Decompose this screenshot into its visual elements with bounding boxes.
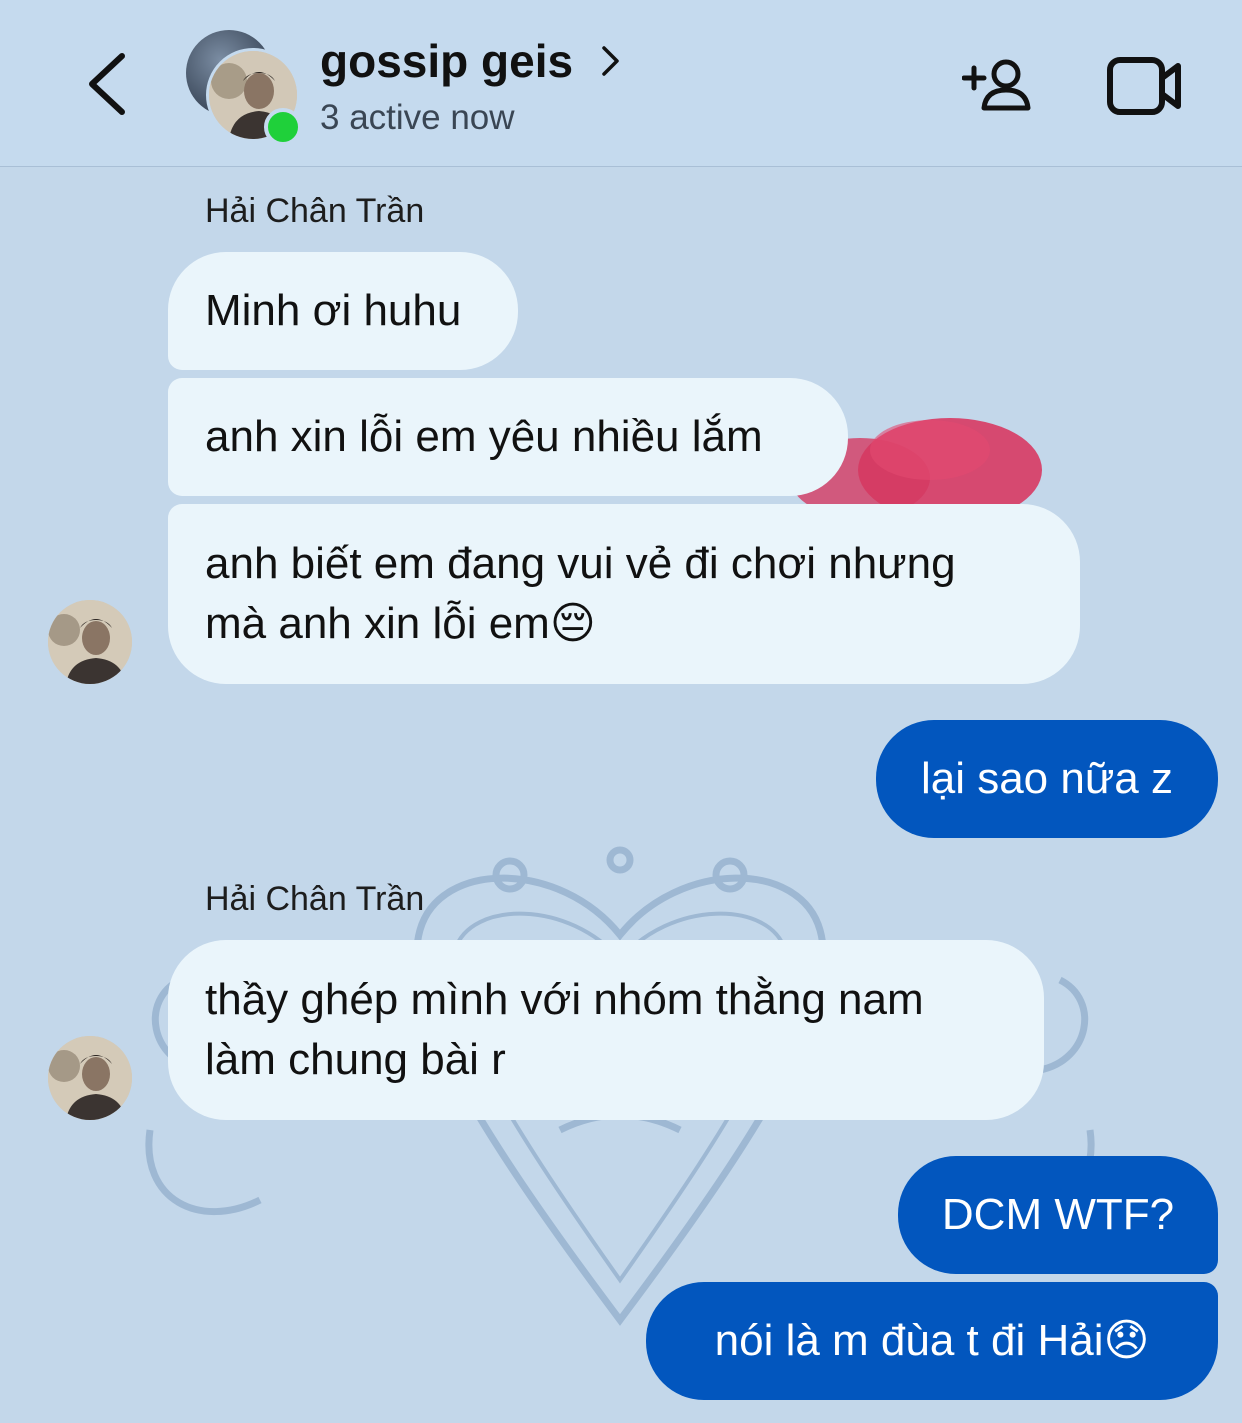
message-bubble-incoming[interactable]: anh xin lỗi em yêu nhiều lắm [168,378,848,496]
online-indicator [264,108,302,146]
sender-avatar[interactable] [48,1036,132,1120]
message-text: lại sao nữa z [920,754,1174,803]
chevron-right-icon[interactable] [598,44,622,78]
sender-name: Hải Chân Trần [205,880,425,918]
group-avatar[interactable] [186,30,302,146]
back-button[interactable] [78,44,138,124]
message-bubble-outgoing[interactable]: nói là m đùa t đi Hải😞 [646,1282,1218,1400]
person-photo-icon [48,600,132,684]
message-text: anh biết em đang vui vẻ đi chơi nhưng mà… [205,539,956,648]
message-text: thầy ghép mình với nhóm thằng nam làm ch… [205,975,924,1084]
chat-header: gossip geis 3 active now [0,0,1242,167]
message-bubble-outgoing[interactable]: lại sao nữa z [876,720,1218,838]
active-status: 3 active now [320,98,515,137]
person-photo-icon [48,1036,132,1120]
message-bubble-incoming[interactable]: thầy ghép mình với nhóm thằng nam làm ch… [168,940,1044,1120]
message-text: Minh ơi huhu [205,286,462,335]
message-text: nói là m đùa t đi Hải😞 [714,1316,1150,1365]
sender-avatar[interactable] [48,600,132,684]
video-camera-icon [1107,57,1181,115]
add-person-icon [961,59,1031,111]
message-bubble-incoming[interactable]: anh biết em đang vui vẻ đi chơi nhưng mà… [168,504,1080,684]
chat-title[interactable]: gossip geis [320,34,573,88]
video-call-button[interactable] [1106,54,1184,118]
message-text: anh xin lỗi em yêu nhiều lắm [205,412,763,461]
chevron-left-icon [89,53,125,115]
message-bubble-incoming[interactable]: Minh ơi huhu [168,252,518,370]
add-person-button[interactable] [961,54,1034,118]
message-text: DCM WTF? [941,1190,1175,1239]
message-bubble-outgoing[interactable]: DCM WTF? [898,1156,1218,1274]
sender-name: Hải Chân Trần [205,192,425,230]
